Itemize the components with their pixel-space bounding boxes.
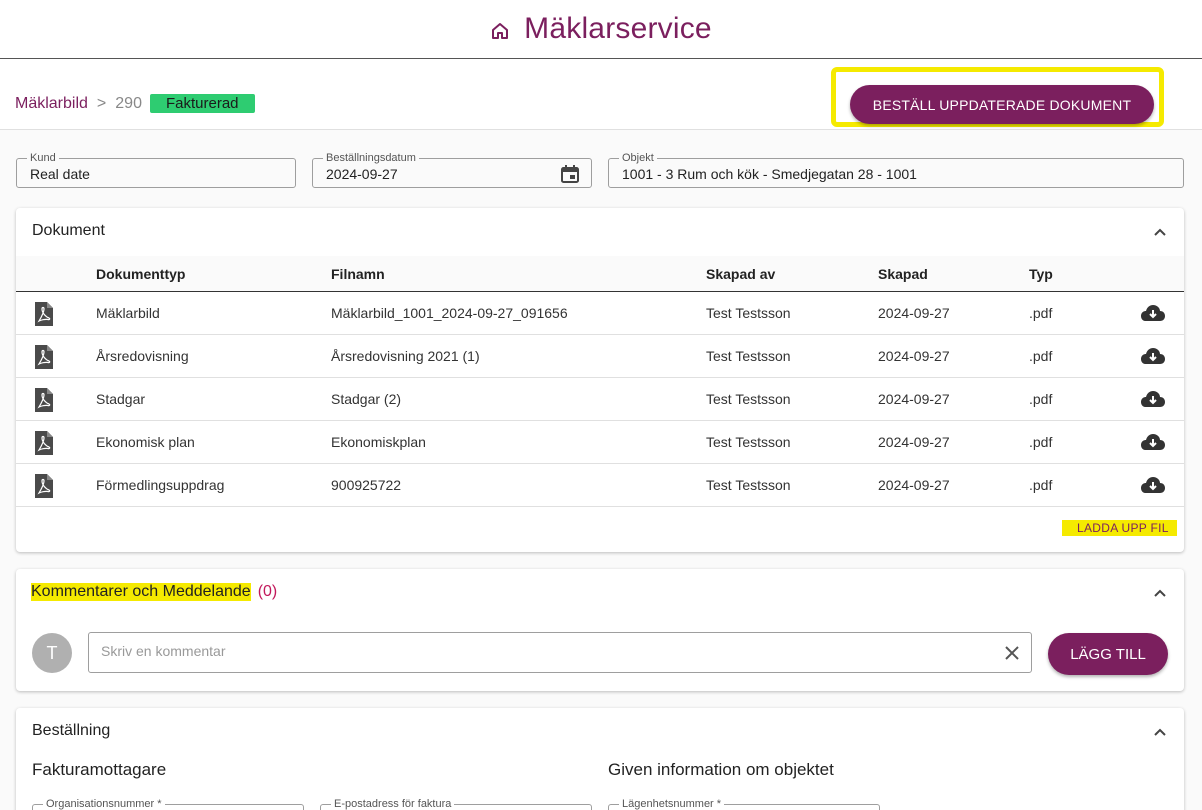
created-by-cell: Test Testsson	[706, 348, 791, 364]
pdf-file-icon	[35, 302, 53, 326]
created-date-cell: 2024-09-27	[878, 348, 950, 364]
cloud-download-icon[interactable]	[1140, 475, 1166, 495]
file-type-cell: .pdf	[1029, 348, 1053, 364]
close-icon[interactable]	[1003, 644, 1021, 662]
document-type-cell: Stadgar	[96, 391, 146, 407]
table-row[interactable]: Ekonomisk plan Ekonomiskplan Test Testsson…	[16, 421, 1184, 464]
app-header: Mäklarservice	[0, 0, 1202, 59]
file-name-cell: Stadgar (2)	[331, 391, 402, 407]
created-by-cell: Test Testsson	[706, 434, 791, 450]
comments-count: (0)	[257, 583, 278, 600]
invoice-email-label: E-postadress för faktura	[331, 798, 455, 810]
document-type-cell: Förmedlingsuppdrag	[96, 477, 225, 493]
customer-field-value: Real date	[30, 166, 90, 182]
object-field-label: Objekt	[619, 152, 657, 164]
comments-card: Kommentarer och Meddelande (0) T LÄGG TI…	[16, 569, 1184, 691]
table-row[interactable]: Årsredovisning Årsredovisning 2021 (1) Tes…	[16, 335, 1184, 378]
documents-title: Dokument	[32, 222, 105, 239]
upload-file-link[interactable]: LADDA UPP FIL	[1062, 520, 1177, 536]
created-date-cell: 2024-09-27	[878, 305, 950, 321]
comment-input[interactable]	[101, 643, 981, 659]
created-date-cell: 2024-09-27	[878, 477, 950, 493]
breadcrumb-root-link[interactable]: Mäklarbild	[15, 95, 88, 113]
chevron-up-icon[interactable]	[1152, 585, 1168, 601]
home-icon	[492, 23, 509, 39]
pdf-file-icon	[35, 345, 53, 369]
file-type-cell: .pdf	[1029, 305, 1053, 321]
pdf-file-icon	[35, 474, 53, 498]
org-number-label: Organisationsnummer *	[43, 798, 165, 810]
breadcrumb-id: 290	[115, 94, 142, 112]
breadcrumb: Mäklarbild > 290 Fakturerad	[15, 94, 255, 113]
table-row[interactable]: Stadgar Stadgar (2) Test Testsson 2024-09-2…	[16, 378, 1184, 421]
table-row[interactable]: Förmedlingsuppdrag 900925722 Test Testsson…	[16, 464, 1184, 507]
pdf-file-icon	[35, 431, 53, 455]
breadcrumb-separator: >	[96, 94, 107, 112]
created-date-cell: 2024-09-27	[878, 434, 950, 450]
created-by-cell: Test Testsson	[706, 477, 791, 493]
chevron-up-icon[interactable]	[1152, 224, 1168, 240]
cloud-download-icon[interactable]	[1140, 389, 1166, 409]
order-date-label: Beställningsdatum	[323, 152, 419, 164]
table-row[interactable]: Mäklarbild Mäklarbild_1001_2024-09-27_091…	[16, 292, 1184, 335]
created-by-cell: Test Testsson	[706, 305, 791, 321]
document-type-cell: Årsredovisning	[96, 348, 189, 364]
org-number-field[interactable]: Organisationsnummer *	[32, 798, 304, 810]
documents-table-header: Dokumenttyp Filnamn Skapad av Skapad Typ	[16, 256, 1184, 292]
cloud-download-icon[interactable]	[1140, 432, 1166, 452]
chevron-up-icon[interactable]	[1152, 724, 1168, 740]
cloud-download-icon[interactable]	[1140, 346, 1166, 366]
comments-title: Kommentarer och Meddelande (0)	[31, 583, 277, 601]
column-header[interactable]: Typ	[1029, 266, 1053, 282]
pdf-file-icon	[35, 388, 53, 412]
customer-field-label: Kund	[27, 152, 59, 164]
file-name-cell: Ekonomiskplan	[331, 434, 426, 450]
add-comment-button[interactable]: LÄGG TILL	[1048, 633, 1168, 675]
column-header[interactable]: Dokumenttyp	[96, 266, 185, 282]
created-date-cell: 2024-09-27	[878, 391, 950, 407]
object-info-heading: Given information om objektet	[608, 760, 834, 779]
order-card: Beställning Fakturamottagare Given infor…	[16, 708, 1184, 810]
column-header[interactable]: Skapad av	[706, 266, 775, 282]
customer-field[interactable]: Kund Real date	[16, 152, 296, 188]
app-title: Mäklarservice	[524, 12, 712, 45]
apartment-number-label: Lägenhetsnummer *	[619, 798, 725, 810]
avatar: T	[32, 633, 72, 673]
comment-input-wrapper	[88, 632, 1032, 673]
object-field-value: 1001 - 3 Rum och kök - Smedjegatan 28 - …	[622, 166, 917, 182]
comments-title-text: Kommentarer och Meddelande	[31, 583, 251, 601]
file-name-cell: Årsredovisning 2021 (1)	[331, 348, 480, 364]
file-name-cell: 900925722	[331, 477, 402, 493]
apartment-number-field[interactable]: Lägenhetsnummer *	[608, 798, 880, 810]
column-header[interactable]: Filnamn	[331, 266, 385, 282]
order-date-field[interactable]: Beställningsdatum 2024-09-27	[312, 152, 592, 188]
column-header[interactable]: Skapad	[878, 266, 928, 282]
status-badge: Fakturerad	[149, 94, 255, 113]
file-type-cell: .pdf	[1029, 477, 1053, 493]
order-title: Beställning	[32, 722, 111, 739]
invoice-email-field[interactable]: E-postadress för faktura	[320, 798, 592, 810]
file-name-cell: Mäklarbild_1001_2024-09-27_091656	[331, 305, 568, 321]
order-date-value: 2024-09-27	[326, 166, 398, 182]
cloud-download-icon[interactable]	[1140, 303, 1166, 323]
document-type-cell: Ekonomisk plan	[96, 434, 195, 450]
file-type-cell: .pdf	[1029, 391, 1053, 407]
invoice-recipient-heading: Fakturamottagare	[32, 760, 167, 779]
object-field[interactable]: Objekt 1001 - 3 Rum och kök - Smedjegata…	[608, 152, 1184, 188]
documents-card: Dokument Dokumenttyp Filnamn Skapad av S…	[16, 208, 1184, 552]
calendar-icon[interactable]	[560, 164, 580, 184]
file-type-cell: .pdf	[1029, 434, 1053, 450]
created-by-cell: Test Testsson	[706, 391, 791, 407]
order-updated-documents-button[interactable]: BESTÄLL UPPDATERADE DOKUMENT	[850, 85, 1154, 124]
document-type-cell: Mäklarbild	[96, 305, 160, 321]
